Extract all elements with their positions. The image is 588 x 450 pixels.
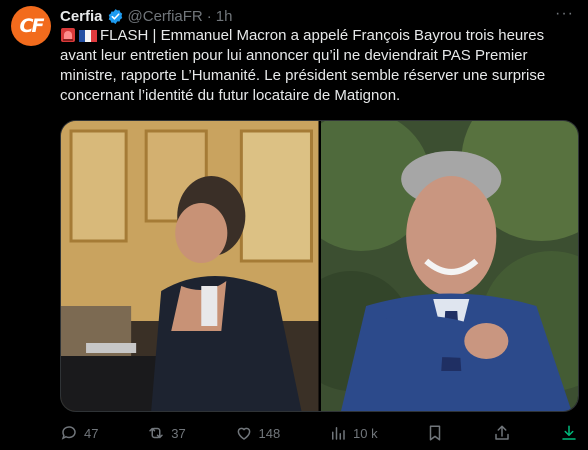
views-count: 10 k: [353, 425, 378, 441]
action-bar: 47 37 148 10 k: [60, 422, 578, 444]
bookmark-icon: [430, 425, 441, 441]
photo-right-image: [320, 121, 578, 411]
reply-icon: [61, 426, 76, 440]
photo-left[interactable]: [61, 121, 319, 411]
like-button[interactable]: 148: [235, 424, 281, 442]
views-chart-icon: [332, 427, 345, 440]
france-flag-icon: [79, 30, 97, 42]
avatar[interactable]: CF: [11, 6, 51, 46]
download-button[interactable]: [560, 424, 578, 442]
media-grid[interactable]: [60, 120, 579, 412]
photo-right[interactable]: [320, 121, 578, 411]
tweet-header: Cerfia @CerfiaFR · 1h: [60, 6, 232, 26]
tweet-text: FLASH | Emmanuel Macron a appelé Françoi…: [60, 26, 574, 106]
repost-icon: [149, 427, 164, 439]
tweet-body: FLASH | Emmanuel Macron a appelé Françoi…: [60, 27, 546, 104]
photo-left-image: [61, 121, 319, 411]
share-button[interactable]: [493, 424, 511, 442]
repost-count: 37: [171, 425, 186, 441]
reply-button[interactable]: 47: [60, 424, 98, 442]
like-count: 148: [258, 425, 281, 441]
views-button[interactable]: 10 k: [329, 424, 378, 442]
handle[interactable]: @CerfiaFR: [128, 8, 203, 25]
repost-button[interactable]: 37: [147, 424, 186, 442]
more-options-icon[interactable]: ···: [555, 6, 574, 22]
heart-icon: [237, 427, 250, 440]
display-name[interactable]: Cerfia: [60, 8, 103, 25]
reply-count: 47: [84, 425, 99, 441]
share-icon: [495, 425, 509, 440]
timestamp[interactable]: 1h: [216, 8, 233, 25]
rotating-light-icon: [61, 28, 75, 42]
download-icon: [562, 425, 576, 440]
separator-dot: ·: [206, 7, 212, 25]
avatar-logo: CF: [19, 15, 45, 37]
bookmark-button[interactable]: [426, 424, 444, 442]
verified-badge-icon: [108, 8, 122, 24]
